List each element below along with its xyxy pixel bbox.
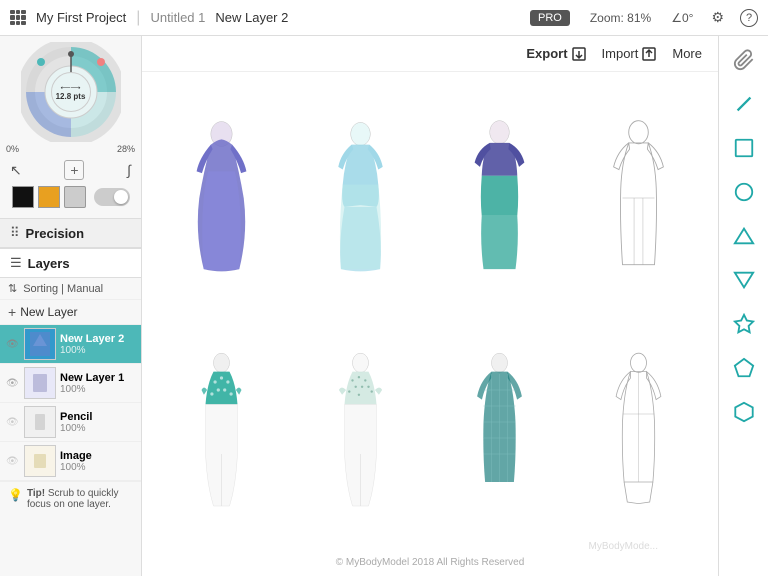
figure-3 [430,82,569,314]
eye-icon-layer1[interactable]: 👁 [6,378,20,389]
color-swatches [4,182,138,212]
swatch-toggle[interactable] [94,188,130,206]
layer-info-2: New Layer 2 100% [60,333,135,356]
figure-6 [291,314,430,546]
new-layer-button[interactable]: + New Layer [0,300,141,325]
layer-pct-1: 100% [60,384,135,395]
triangle-up-icon[interactable] [728,220,760,252]
layer-name-2: New Layer 2 [60,333,135,345]
export-label-text: Export [526,46,567,61]
watermark: MyBodyMode... [589,541,658,552]
add-btn[interactable]: + [64,160,84,180]
help-icon[interactable]: ? [740,9,758,27]
zoom-label: Zoom: 81% [590,11,651,25]
tab-new-layer[interactable]: New Layer 2 [215,10,288,25]
eye-icon-pencil[interactable]: 👁 [6,417,20,428]
eye-icon-layer2[interactable]: 👁 [6,339,20,350]
swatch-black[interactable] [12,186,34,208]
right-toolbar [718,36,768,576]
gear-icon[interactable]: ⚙ [711,9,724,26]
color-wheel[interactable]: ⟵⟶ 12.8 pts [21,42,121,142]
export-button[interactable]: Export [526,46,585,61]
circle-icon[interactable] [728,176,760,208]
layer-thumb-image [24,445,56,477]
clip-icon[interactable] [728,44,760,76]
layer-info-1: New Layer 1 100% [60,372,135,395]
sorting-bar[interactable]: ⇅ Sorting | Manual [0,278,141,300]
layer-item-pencil[interactable]: 👁 Pencil 100% [0,403,141,442]
toggle-knob [114,190,128,204]
figure-2 [291,82,430,314]
layer-name-image: Image [60,450,135,462]
color-wheel-area: ⟵⟶ 12.8 pts 0% 28% ↖ + ∫ [0,36,141,218]
sorting-label: Sorting | Manual [23,283,103,295]
main-layout: ⟵⟶ 12.8 pts 0% 28% ↖ + ∫ [0,36,768,576]
figure-5 [152,314,291,546]
tab-untitled[interactable]: Untitled 1 [150,10,205,25]
star-icon[interactable] [728,308,760,340]
line-icon[interactable] [728,88,760,120]
grid-icon: ⠿ [10,225,20,241]
wheel-pct-left: 0% [6,144,19,156]
import-button[interactable]: Import [602,46,657,61]
precision-label: Precision [26,226,85,241]
layers-section-header[interactable]: ☰ Layers [0,248,141,278]
fashion-grid [142,72,718,556]
canvas-header: Export Import More [142,36,718,72]
tip-area: 💡 Tip! Scrub to quickly focus on one lay… [0,481,141,516]
layer-item-image[interactable]: 👁 Image 100% [0,442,141,481]
sidebar: ⟵⟶ 12.8 pts 0% 28% ↖ + ∫ [0,36,142,576]
layers-label: Layers [28,256,70,271]
layer-item-new-layer-2[interactable]: 👁 New Layer 2 100% [0,325,141,364]
triangle-down-icon[interactable] [728,264,760,296]
layer-info-pencil: Pencil 100% [60,411,135,434]
layer-pct-2: 100% [60,345,135,356]
figure-7 [430,314,569,546]
tip-icon: 💡 [8,488,23,510]
layers-section: ⇅ Sorting | Manual + New Layer 👁 New Lay… [0,278,141,576]
layers-menu-icon: ☰ [10,255,22,271]
import-label-text: Import [602,46,639,61]
new-layer-label: New Layer [20,305,77,319]
swatch-orange[interactable] [38,186,60,208]
project-title[interactable]: My First Project [36,10,126,25]
figure-8 [569,314,708,546]
select-tool-icon[interactable]: ↖ [10,162,22,179]
pro-badge: PRO [530,10,570,26]
more-button[interactable]: More [672,46,702,61]
wheel-center-label: ⟵⟶ 12.8 pts [51,72,91,112]
hexagon-icon[interactable] [728,396,760,428]
layer-name-pencil: Pencil [60,411,135,423]
tip-text: Tip! Scrub to quickly focus on one layer… [27,488,133,510]
layer-pct-image: 100% [60,462,135,473]
pentagon-icon[interactable] [728,352,760,384]
figure-4 [569,82,708,314]
canvas-area: Export Import More [142,36,718,576]
export-icon [572,47,586,61]
topbar: My First Project | Untitled 1 New Layer … [0,0,768,36]
plus-icon: + [8,304,16,320]
swatch-gray[interactable] [64,186,86,208]
layer-pct-pencil: 100% [60,423,135,434]
sort-icon: ⇅ [8,282,17,295]
import-icon [642,47,656,61]
precision-section-header[interactable]: ⠿ Precision [0,218,141,248]
figure-1 [152,82,291,314]
layer-thumb-pencil [24,406,56,438]
eye-icon-image[interactable]: 👁 [6,456,20,467]
layer-info-image: Image 100% [60,450,135,473]
rectangle-icon[interactable] [728,132,760,164]
layer-thumb-2 [24,328,56,360]
layer-thumb-1 [24,367,56,399]
copyright: © MyBodyModel 2018 All Rights Reserved [336,557,525,568]
wheel-pct-right: 28% [117,144,135,156]
layer-item-new-layer-1[interactable]: 👁 New Layer 1 100% [0,364,141,403]
apps-icon[interactable] [10,10,26,26]
layer-name-1: New Layer 1 [60,372,135,384]
curve-tool-icon[interactable]: ∫ [127,162,131,178]
rotation-label: ∠0° [671,11,693,25]
